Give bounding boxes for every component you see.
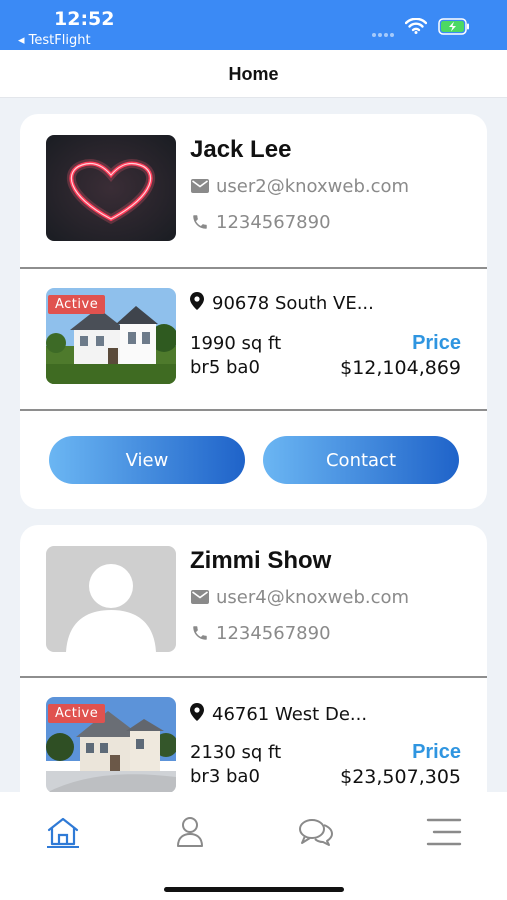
phone-icon: [190, 212, 210, 232]
price-value: $23,507,305: [340, 766, 461, 788]
nav-bar: Home: [0, 50, 507, 98]
home-icon[interactable]: [43, 812, 83, 852]
agent-phone-row[interactable]: 1234567890: [190, 621, 331, 645]
agent-email-row[interactable]: user2@knoxweb.com: [190, 174, 409, 198]
home-indicator: [164, 887, 344, 892]
price-label: Price: [412, 741, 461, 763]
agent-email: user2@knoxweb.com: [216, 175, 410, 197]
agent-phone: 1234567890: [216, 622, 331, 644]
property-address-row: 46761 West De...: [190, 703, 367, 726]
agent-phone-row[interactable]: 1234567890: [190, 210, 331, 234]
property-photo[interactable]: Active: [46, 697, 176, 793]
divider: [20, 409, 487, 411]
page-title: Home: [228, 64, 279, 84]
property-photo[interactable]: Active: [46, 288, 176, 384]
property-rooms: br3 ba0: [190, 766, 260, 787]
view-button[interactable]: View: [49, 436, 245, 484]
agent-phone: 1234567890: [216, 211, 331, 233]
agent-email: user4@knoxweb.com: [216, 586, 410, 608]
agent-name: Jack Lee: [190, 136, 292, 163]
listing-card: Jack Lee user2@knoxweb.com 1234567890 Ac…: [20, 114, 487, 509]
agent-email-row[interactable]: user4@knoxweb.com: [190, 585, 409, 609]
divider: [20, 676, 487, 678]
contact-button[interactable]: Contact: [263, 436, 459, 484]
price-value: $12,104,869: [340, 357, 461, 379]
property-address-row: 90678 South VE...: [190, 292, 374, 315]
agent-avatar: [46, 135, 176, 241]
listing-card: Zimmi Show user4@knoxweb.com 1234567890: [20, 525, 487, 825]
property-address: 90678 South VE...: [212, 293, 374, 314]
tab-bar: [0, 792, 507, 900]
back-to-testflight[interactable]: ◂ TestFlight: [18, 33, 91, 48]
property-address: 46761 West De...: [212, 704, 368, 725]
wifi-icon: [404, 17, 428, 39]
status-bar: 12:52 ◂ TestFlight: [0, 0, 507, 50]
property-sqft: 2130 sq ft: [190, 742, 282, 763]
property-rooms: br5 ba0: [190, 357, 260, 378]
menu-icon[interactable]: [422, 812, 462, 852]
phone-icon: [190, 623, 210, 643]
chat-icon[interactable]: [296, 812, 336, 852]
divider: [20, 267, 487, 269]
status-time: 12:52: [54, 8, 115, 30]
mail-icon: [190, 176, 210, 196]
location-pin-icon: [190, 703, 204, 726]
property-sqft: 1990 sq ft: [190, 333, 282, 354]
location-pin-icon: [190, 292, 204, 315]
profile-icon[interactable]: [170, 812, 210, 852]
status-badge: Active: [48, 704, 106, 723]
status-badge: Active: [48, 295, 106, 314]
battery-charging-icon: [438, 18, 470, 40]
signal-dots-icon: [372, 24, 396, 42]
agent-avatar-placeholder: [46, 546, 176, 652]
price-label: Price: [412, 332, 461, 354]
mail-icon: [190, 587, 210, 607]
agent-name: Zimmi Show: [190, 547, 332, 574]
